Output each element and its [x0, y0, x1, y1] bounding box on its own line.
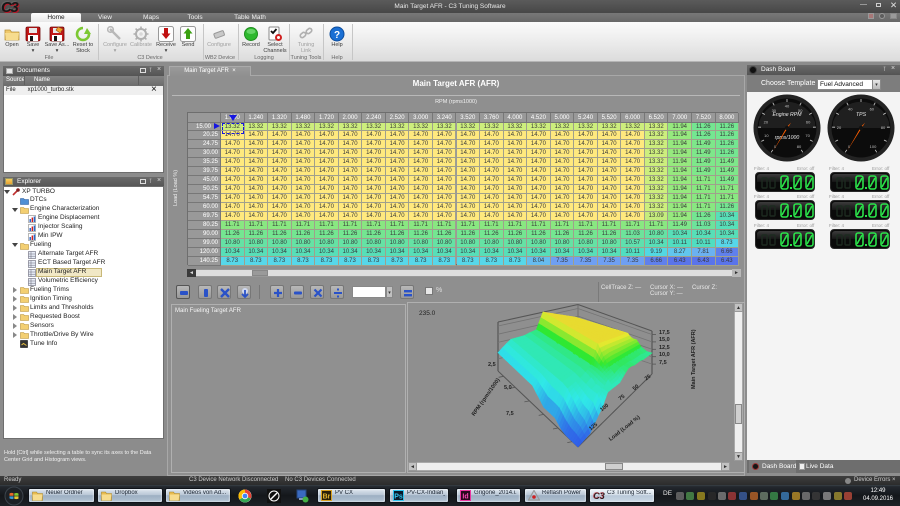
svg-text:Engine RPM: Engine RPM: [772, 112, 802, 118]
svg-text:TPS: TPS: [856, 112, 867, 118]
svg-text:100: 100: [870, 144, 877, 149]
svg-text:?: ?: [334, 30, 340, 41]
svg-text:80: 80: [797, 144, 802, 149]
svg-text:40: 40: [848, 106, 853, 111]
svg-text:60: 60: [806, 119, 811, 124]
svg-text:80: 80: [881, 125, 886, 130]
svg-text:20: 20: [764, 119, 769, 124]
svg-text:40: 40: [785, 104, 790, 109]
svg-text:Id: Id: [462, 494, 468, 501]
svg-text:rpms/1000: rpms/1000: [775, 135, 800, 141]
svg-text:20: 20: [837, 125, 842, 130]
svg-text:10: 10: [764, 133, 769, 138]
svg-text:Ps: Ps: [394, 494, 403, 501]
svg-text:C3: C3: [593, 491, 604, 501]
svg-text:Br: Br: [323, 494, 331, 501]
svg-text:60: 60: [870, 106, 875, 111]
svg-text:70: 70: [805, 133, 810, 138]
